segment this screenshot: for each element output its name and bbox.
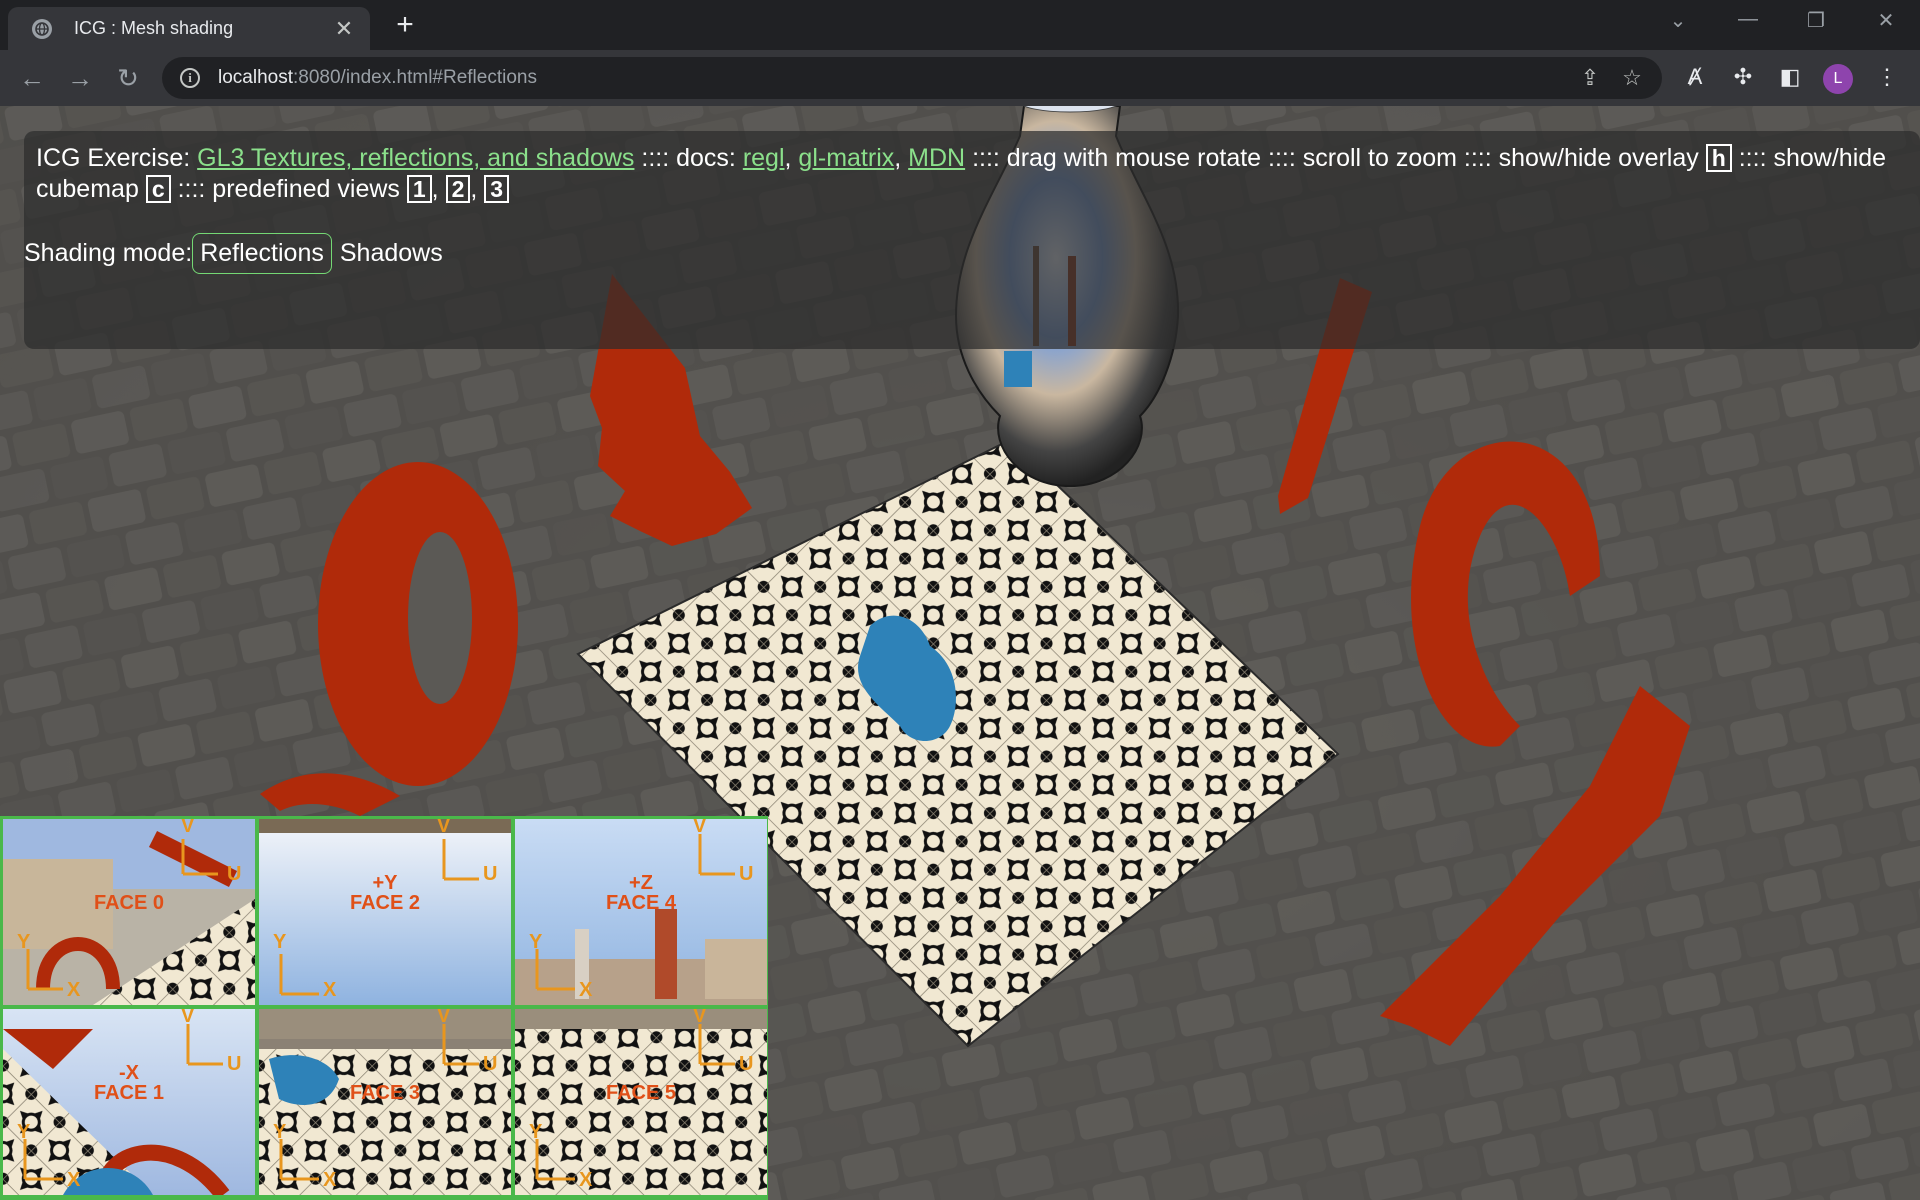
axis-x-label: X — [579, 1169, 593, 1191]
axis-u-label: U — [227, 1053, 242, 1075]
key-2: 2 — [445, 175, 471, 203]
side-panel-icon[interactable]: ◧ — [1776, 64, 1804, 90]
profile-avatar[interactable]: L — [1823, 64, 1853, 94]
minimize-icon[interactable]: — — [1728, 8, 1768, 31]
mode-shadows-button[interactable]: Shadows — [332, 233, 451, 274]
cubemap-face-1: -X FACE 1 VUYX — [3, 1009, 255, 1195]
axis-v-label: V — [181, 819, 195, 837]
tab-strip: ICG : Mesh shading ✕ + ⌄ — ❐ ✕ — [0, 0, 1920, 50]
forward-icon[interactable]: → — [62, 60, 98, 96]
axis-u-label: U — [739, 863, 754, 885]
exercise-link[interactable]: GL3 Textures, reflections, and shadows — [197, 144, 634, 172]
cubemap-face-5: FACE 5 VUYX — [515, 1009, 767, 1195]
extensions-icon[interactable]: ✣ — [1729, 64, 1757, 90]
axis-u-label: U — [739, 1053, 754, 1075]
site-info-icon[interactable]: i — [180, 68, 200, 88]
axis-v-label: V — [693, 1009, 707, 1027]
cubemap-face-3: FACE 3 VUYX — [259, 1009, 511, 1195]
axis-v-label: V — [693, 819, 707, 837]
close-window-icon[interactable]: ✕ — [1866, 8, 1906, 33]
axis-y-label: Y — [17, 1121, 31, 1143]
browser-toolbar: ← → ↻ i localhost:8080/index.html#Reflec… — [0, 50, 1920, 106]
restore-icon[interactable]: ❐ — [1796, 8, 1836, 33]
axis-x-label: X — [67, 979, 81, 1001]
axis-x-label: X — [323, 979, 337, 1001]
address-bar[interactable]: i localhost:8080/index.html#Reflections … — [162, 57, 1662, 99]
key-1: 1 — [406, 175, 432, 203]
menu-kebab-icon[interactable]: ⋮ — [1873, 64, 1901, 90]
back-icon[interactable]: ← — [14, 60, 50, 96]
reload-icon[interactable]: ↻ — [110, 60, 146, 96]
axis-x-label: X — [579, 979, 593, 1001]
axis-v-label: V — [181, 1009, 195, 1027]
spellcheck-icon[interactable]: Ⱥ — [1681, 64, 1709, 90]
bookmark-star-icon[interactable]: ☆ — [1618, 65, 1646, 91]
new-tab-icon[interactable]: + — [390, 10, 420, 40]
tab-title: ICG : Mesh shading — [74, 18, 234, 38]
shading-mode-selector: Shading mode: Reflections Shadows — [24, 233, 1910, 274]
axis-v-label: V — [437, 819, 451, 837]
cubemap-face-4: +Z FACE 4 VUYX — [515, 819, 767, 1005]
url-text[interactable]: localhost:8080/index.html#Reflections — [218, 67, 537, 89]
axis-y-label: Y — [273, 931, 287, 953]
gl-matrix-link[interactable]: gl-matrix — [798, 144, 894, 172]
globe-icon — [32, 18, 52, 39]
mdn-link[interactable]: MDN — [908, 144, 965, 172]
tab-search-icon[interactable]: ⌄ — [1658, 8, 1698, 33]
mode-reflections-button[interactable]: Reflections — [192, 233, 332, 274]
axis-y-label: Y — [529, 1121, 543, 1143]
cubemap-preview: FACE 0 VUYX +Y FACE 2 VUYX +Z FACE 4 VUY… — [0, 816, 768, 1200]
axis-u-label: U — [483, 1053, 498, 1075]
webgl-viewport[interactable]: ICG Exercise: GL3 Textures, reflections,… — [0, 106, 1920, 1200]
axis-y-label: Y — [17, 931, 31, 953]
axis-y-label: Y — [273, 1121, 287, 1143]
cubemap-face-0: FACE 0 VUYX — [3, 819, 255, 1005]
browser-tab[interactable]: ICG : Mesh shading ✕ — [8, 7, 370, 50]
key-h: h — [1705, 144, 1732, 172]
share-icon[interactable]: ⇪ — [1576, 65, 1604, 91]
regl-link[interactable]: regl — [743, 144, 785, 172]
shading-mode-label: Shading mode: — [24, 239, 193, 267]
info-overlay: ICG Exercise: GL3 Textures, reflections,… — [24, 131, 1920, 349]
axis-x-label: X — [67, 1169, 81, 1191]
key-3: 3 — [484, 175, 510, 203]
key-c: c — [145, 175, 171, 203]
axis-y-label: Y — [529, 931, 543, 953]
axis-u-label: U — [227, 863, 242, 885]
cubemap-face-2: +Y FACE 2 VUYX — [259, 819, 511, 1005]
overlay-instructions: ICG Exercise: GL3 Textures, reflections,… — [36, 144, 1887, 203]
axis-u-label: U — [483, 863, 498, 885]
close-tab-icon[interactable]: ✕ — [332, 16, 356, 41]
axis-v-label: V — [437, 1009, 451, 1027]
axis-x-label: X — [323, 1169, 337, 1191]
